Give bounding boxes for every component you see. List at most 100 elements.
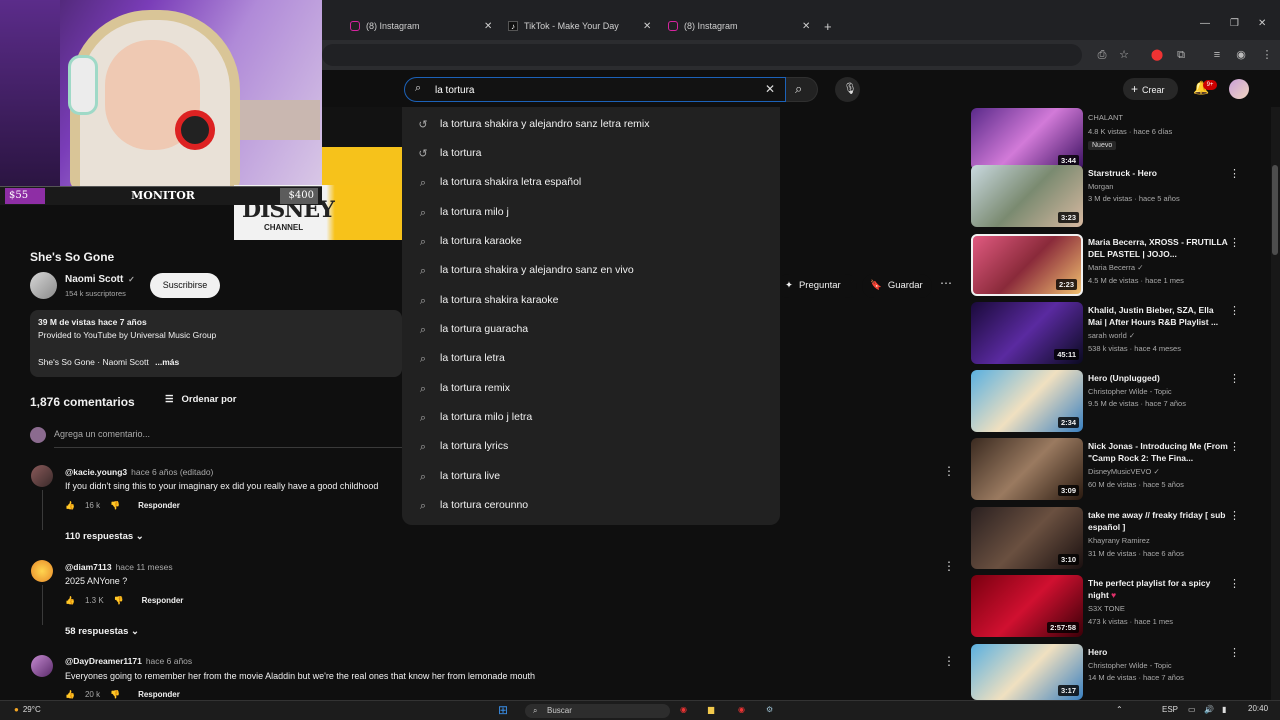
steam-icon[interactable]: ⚙	[766, 703, 773, 717]
close-tab-icon[interactable]: ✕	[643, 17, 651, 35]
video-menu-icon[interactable]: ⋮	[1229, 304, 1240, 317]
reply-button[interactable]: Responder	[138, 501, 180, 510]
clear-search-icon[interactable]: ✕	[765, 82, 775, 96]
volume-icon[interactable]: 🔊	[1204, 703, 1214, 717]
avatar[interactable]	[31, 560, 53, 582]
video-title[interactable]: Starstruck - Hero	[1088, 167, 1228, 179]
video-thumbnail[interactable]: 3:09	[971, 438, 1083, 500]
channel-name[interactable]: Naomi Scott ✓	[65, 274, 135, 285]
comment-menu-icon[interactable]: ⋮	[943, 559, 955, 573]
recommendation-item[interactable]: 2:57:58 The perfect playlist for a spicy…	[971, 575, 1271, 639]
video-thumbnail[interactable]: 2:57:58	[971, 575, 1083, 637]
playlist-icon[interactable]: ≡	[1210, 48, 1224, 62]
video-title[interactable]: The perfect playlist for a spicy night ♥	[1088, 577, 1228, 601]
video-menu-icon[interactable]: ⋮	[1229, 577, 1240, 590]
account-avatar[interactable]	[1229, 79, 1249, 99]
video-title[interactable]: Maria Becerra, XROSS - FRUTILLA DEL PAST…	[1088, 236, 1228, 260]
add-comment-input[interactable]: Agrega un comentario...	[54, 429, 150, 439]
suggestion-item[interactable]: ⌕ la tortura shakira y alejandro sanz en …	[402, 256, 780, 285]
show-more-link[interactable]: ...más	[155, 357, 179, 367]
recommendation-item[interactable]: 2:23 Maria Becerra, XROSS - FRUTILLA DEL…	[971, 234, 1271, 298]
channel-name[interactable]: Maria Becerra ✓	[1088, 263, 1144, 272]
suggestion-item[interactable]: ⌕ la tortura remix	[402, 374, 780, 403]
video-title[interactable]: Nick Jonas - Introducing Me (From "Camp …	[1088, 440, 1228, 464]
description-box[interactable]: 39 M de vistas hace 7 años Provided to Y…	[30, 310, 402, 377]
profile-icon[interactable]: ◉	[1234, 48, 1248, 62]
channel-name[interactable]: Khayrany Ramirez	[1088, 536, 1150, 545]
close-tab-icon[interactable]: ✕	[484, 17, 492, 35]
suggestion-item[interactable]: ⌕ la tortura letra	[402, 344, 780, 373]
recommendation-item[interactable]: 3:23 Starstruck - Hero Morgan 3 M de vis…	[971, 165, 1271, 229]
tab-instagram-2[interactable]: (8) Instagram	[668, 17, 738, 35]
video-menu-icon[interactable]: ⋮	[1229, 372, 1240, 385]
battery-icon[interactable]: ▮	[1222, 703, 1226, 717]
bookmark-star-icon[interactable]: ☆	[1117, 48, 1131, 62]
save-button[interactable]: 🔖 Guardar	[862, 274, 932, 298]
video-thumbnail[interactable]: 3:10	[971, 507, 1083, 569]
recommendation-item[interactable]: 3:17 Hero Christopher Wilde - Topic 14 M…	[971, 644, 1271, 708]
video-thumbnail[interactable]: 2:34	[971, 370, 1083, 432]
windows-start-icon[interactable]: ⊞	[498, 703, 508, 717]
suggestion-item[interactable]: ↺ la tortura shakira y alejandro sanz let…	[402, 110, 780, 139]
channel-name[interactable]: S3X TONE	[1088, 604, 1125, 613]
reply-button[interactable]: Responder	[138, 690, 180, 699]
channel-avatar[interactable]	[30, 272, 57, 299]
suggestion-item[interactable]: ⌕ la tortura milo j	[402, 198, 780, 227]
tab-instagram-1[interactable]: (8) Instagram	[350, 17, 420, 35]
suggestion-item[interactable]: ⌕ la tortura milo j letra	[402, 403, 780, 432]
channel-name[interactable]: Christopher Wilde - Topic	[1088, 387, 1172, 396]
suggestion-item[interactable]: ⌕ la tortura live	[402, 462, 780, 491]
sort-comments-button[interactable]: ☰ Ordenar por	[165, 394, 236, 405]
restore-icon[interactable]: ❐	[1230, 18, 1239, 29]
network-icon[interactable]: ▭	[1188, 703, 1196, 717]
view-replies-button[interactable]: 110 respuestas ⌄	[65, 531, 144, 542]
video-title[interactable]: Hero	[1088, 646, 1228, 658]
puzzle-icon[interactable]: ⧉	[1174, 48, 1188, 62]
comment-author[interactable]: @kacie.young3 hace 6 años (editado)	[65, 467, 213, 477]
recommendation-item[interactable]: 3:44 CHALANT 4.8 K vistas · hace 6 días …	[971, 108, 1271, 172]
new-tab-button[interactable]: +	[824, 17, 832, 35]
tab-tiktok[interactable]: ♪ TikTok - Make Your Day	[508, 17, 619, 35]
like-icon[interactable]: 👍	[65, 596, 75, 605]
more-actions-icon[interactable]: ⋯	[940, 276, 958, 294]
folder-icon[interactable]: ▆	[708, 703, 714, 717]
recommendation-item[interactable]: 3:10 take me away // freaky friday [ sub…	[971, 507, 1271, 571]
comment-menu-icon[interactable]: ⋮	[943, 464, 955, 478]
url-field[interactable]	[322, 44, 1082, 66]
dislike-icon[interactable]: 👎	[114, 596, 124, 605]
video-thumbnail[interactable]: 3:17	[971, 644, 1083, 700]
channel-name[interactable]: CHALANT	[1088, 113, 1123, 122]
comment-author[interactable]: @diam7113 hace 11 meses	[65, 562, 173, 572]
video-title[interactable]: Hero (Unplugged)	[1088, 372, 1228, 384]
app-icon[interactable]: ◉	[738, 703, 745, 717]
avatar[interactable]	[31, 465, 53, 487]
search-button[interactable]: ⌕	[786, 77, 818, 102]
video-title[interactable]: Khalid, Justin Bieber, SZA, Ella Mai | A…	[1088, 304, 1228, 328]
video-thumbnail[interactable]: 3:23	[971, 165, 1083, 227]
avatar[interactable]	[31, 655, 53, 677]
suggestion-item[interactable]: ⌕ la tortura karaoke	[402, 227, 780, 256]
create-button[interactable]: + Crear	[1123, 78, 1178, 100]
video-menu-icon[interactable]: ⋮	[1229, 167, 1240, 180]
video-title[interactable]: take me away // freaky friday [ sub espa…	[1088, 509, 1228, 533]
tray-chevron-icon[interactable]: ⌃	[1116, 703, 1123, 717]
recommendation-item[interactable]: 45:11 Khalid, Justin Bieber, SZA, Ella M…	[971, 302, 1271, 366]
dislike-icon[interactable]: 👎	[110, 690, 120, 699]
video-menu-icon[interactable]: ⋮	[1229, 509, 1240, 522]
clock[interactable]: 20:40	[1248, 702, 1268, 716]
suggestion-item[interactable]: ⌕ la tortura lyrics	[402, 432, 780, 461]
suggestion-item[interactable]: ↺ la tortura	[402, 139, 780, 168]
install-icon[interactable]: ⎙	[1095, 48, 1109, 62]
video-menu-icon[interactable]: ⋮	[1229, 646, 1240, 659]
channel-name[interactable]: Morgan	[1088, 182, 1113, 191]
video-thumbnail[interactable]: 45:11	[971, 302, 1083, 364]
minimize-icon[interactable]: —	[1200, 18, 1210, 29]
view-replies-button[interactable]: 58 respuestas ⌄	[65, 626, 139, 637]
reply-button[interactable]: Responder	[142, 596, 184, 605]
chrome-icon[interactable]: ◉	[680, 703, 687, 717]
taskbar-search[interactable]: ⌕ Buscar	[525, 704, 670, 718]
search-input[interactable]	[435, 83, 755, 97]
close-window-icon[interactable]: ✕	[1258, 18, 1266, 29]
video-menu-icon[interactable]: ⋮	[1229, 440, 1240, 453]
language-indicator[interactable]: ESP	[1162, 703, 1178, 717]
